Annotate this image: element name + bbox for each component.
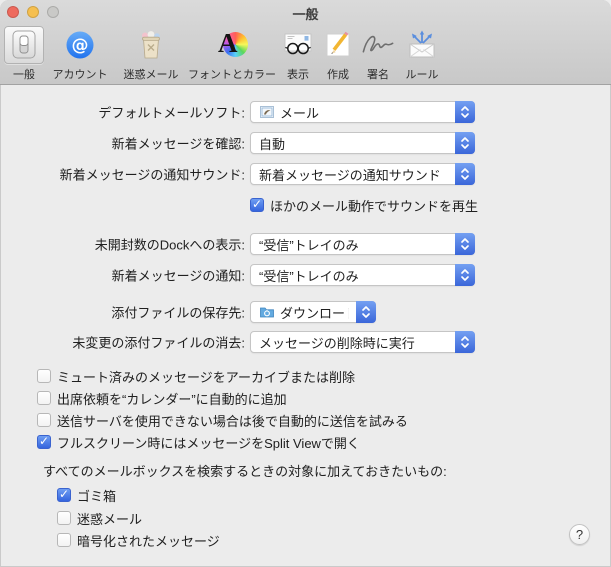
trash-checkbox-row[interactable]: ゴミ箱 xyxy=(57,487,117,504)
download-folder-icon xyxy=(259,304,275,320)
attachment-save-row: 添付ファイルの保存先: ダウンロード xyxy=(0,301,611,323)
popup-value: メール xyxy=(280,105,320,121)
checkbox-label: ほかのメール動作でサウンドを再生 xyxy=(270,198,479,214)
default-mail-popup[interactable]: メール xyxy=(250,101,475,123)
checkbox-label: 送信サーバを使用できない場合は後で自動的に送信を試みる xyxy=(57,413,408,429)
split-view-checkbox[interactable] xyxy=(37,434,51,449)
check-new-messages-popup[interactable]: 自動 xyxy=(250,132,475,154)
split-view-checkbox-row[interactable]: フルスクリーン時にはメッセージをSplit Viewで開く xyxy=(37,434,360,451)
new-message-notification-row: 新着メッセージの通知: “受信”トレイのみ xyxy=(0,264,611,286)
toolbar-item-signature[interactable]: 署名 xyxy=(358,26,398,82)
checkbox-label: ゴミ箱 xyxy=(77,488,117,504)
encrypted-checkbox-row[interactable]: 暗号化されたメッセージ xyxy=(57,532,220,549)
popup-chevrons-icon xyxy=(455,132,475,154)
attachment-erase-popup[interactable]: メッセージの削除時に実行 xyxy=(250,331,475,353)
window-header: 一般 一般 @ アカウント 迷惑メール A フォントとカラー 表示 作成 署名 … xyxy=(0,0,611,85)
row-label: 新着メッセージの通知サウンド: xyxy=(59,167,245,183)
dock-unread-row: 未開封数のDockへの表示: “受信”トレイのみ xyxy=(0,233,611,255)
mail-app-icon xyxy=(259,104,275,120)
retry-send-checkbox[interactable] xyxy=(37,413,51,427)
preferences-window: 一般 一般 @ アカウント 迷惑メール A フォントとカラー 表示 作成 署名 … xyxy=(0,0,611,567)
mute-archive-checkbox-row[interactable]: ミュート済みのメッセージをアーカイブまたは削除 xyxy=(37,368,355,385)
play-sound-checkbox-row[interactable]: ほかのメール動作でサウンドを再生 xyxy=(250,197,479,214)
svg-text:@: @ xyxy=(72,36,89,56)
retry-send-checkbox-row[interactable]: 送信サーバを使用できない場合は後で自動的に送信を試みる xyxy=(37,412,408,429)
attachment-save-popup[interactable]: ダウンロード xyxy=(250,301,376,323)
toolbar-item-junk[interactable]: 迷惑メール xyxy=(116,26,186,82)
popup-chevrons-icon xyxy=(455,264,475,286)
row-label: 新着メッセージの通知: xyxy=(111,268,245,284)
default-mail-row: デフォルトメールソフト: メール xyxy=(0,101,611,123)
toolbar-item-rules[interactable]: ルール xyxy=(398,26,446,82)
checkbox-label: 迷惑メール xyxy=(77,511,143,527)
row-label: 添付ファイルの保存先: xyxy=(111,305,245,321)
check-new-messages-row: 新着メッセージを確認: 自動 xyxy=(0,132,611,154)
checkbox-label: 出席依頼を“カレンダー”に自動的に追加 xyxy=(57,391,287,407)
popup-value: 自動 xyxy=(259,136,286,152)
popup-chevrons-icon xyxy=(356,301,376,323)
new-message-sound-popup[interactable]: 新着メッセージの通知サウンド xyxy=(250,163,475,185)
popup-value: ダウンロード xyxy=(280,305,349,321)
row-label: デフォルトメールソフト: xyxy=(98,105,245,121)
toolbar-item-label: アカウント xyxy=(52,69,108,81)
preferences-toolbar: 一般 @ アカウント 迷惑メール A フォントとカラー 表示 作成 署名 ルール xyxy=(4,26,446,82)
popup-value: メッセージの削除時に実行 xyxy=(259,335,415,351)
rules-envelope-icon xyxy=(402,26,442,64)
popup-chevrons-icon xyxy=(455,163,475,185)
popup-value: “受信”トレイのみ xyxy=(259,237,359,253)
row-label: 未変更の添付ファイルの消去: xyxy=(72,335,245,351)
toolbar-item-accounts[interactable]: @ アカウント xyxy=(44,26,116,82)
popup-value: 新着メッセージの通知サウンド xyxy=(259,167,441,183)
checkbox-label: ミュート済みのメッセージをアーカイブまたは削除 xyxy=(57,369,355,385)
toolbar-item-viewing[interactable]: 表示 xyxy=(278,26,318,82)
attachment-erase-row: 未変更の添付ファイルの消去: メッセージの削除時に実行 xyxy=(0,331,611,353)
dock-unread-popup[interactable]: “受信”トレイのみ xyxy=(250,233,475,255)
toolbar-item-label: 迷惑メール xyxy=(123,69,179,81)
junk-checkbox[interactable] xyxy=(57,511,71,525)
new-message-notification-popup[interactable]: “受信”トレイのみ xyxy=(250,264,475,286)
popup-chevrons-icon xyxy=(455,101,475,123)
toolbar-item-fonts-colors[interactable]: A フォントとカラー xyxy=(186,26,278,82)
popup-value: “受信”トレイのみ xyxy=(259,268,359,284)
mute-archive-checkbox[interactable] xyxy=(37,369,51,383)
toolbar-item-general[interactable]: 一般 xyxy=(4,26,44,82)
play-sound-checkbox[interactable] xyxy=(250,197,264,212)
fonts-colors-icon: A xyxy=(212,26,252,64)
toolbar-item-label: 表示 xyxy=(287,69,309,81)
toolbar-item-composing[interactable]: 作成 xyxy=(318,26,358,82)
toolbar-item-label: 作成 xyxy=(327,69,349,81)
junk-trash-icon xyxy=(131,26,171,64)
general-switch-icon xyxy=(4,26,44,64)
signature-icon xyxy=(358,26,398,64)
row-label: 新着メッセージを確認: xyxy=(111,136,245,152)
junk-checkbox-row[interactable]: 迷惑メール xyxy=(57,510,143,527)
accounts-at-icon: @ xyxy=(60,26,100,64)
toolbar-item-label: 署名 xyxy=(367,69,389,81)
checkbox-label: 暗号化されたメッセージ xyxy=(77,533,220,549)
popup-chevrons-icon xyxy=(455,233,475,255)
row-label: 未開封数のDockへの表示: xyxy=(94,237,245,253)
new-message-sound-row: 新着メッセージの通知サウンド: 新着メッセージの通知サウンド xyxy=(0,163,611,185)
help-button-label: ? xyxy=(575,527,584,542)
window-title: 一般 xyxy=(292,7,319,22)
toolbar-item-label: ルール xyxy=(405,69,439,81)
toolbar-item-label: フォントとカラー xyxy=(188,69,276,81)
checkbox-label: フルスクリーン時にはメッセージをSplit Viewで開く xyxy=(57,435,360,451)
viewing-glasses-icon xyxy=(278,26,318,64)
calendar-invites-checkbox[interactable] xyxy=(37,391,51,405)
popup-chevrons-icon xyxy=(455,331,475,353)
calendar-invites-checkbox-row[interactable]: 出席依頼を“カレンダー”に自動的に追加 xyxy=(37,390,287,407)
help-button[interactable]: ? xyxy=(569,524,590,545)
encrypted-checkbox[interactable] xyxy=(57,533,71,547)
trash-checkbox[interactable] xyxy=(57,487,71,502)
toolbar-item-label: 一般 xyxy=(13,69,35,81)
titlebar: 一般 xyxy=(0,0,611,22)
composing-pencil-icon xyxy=(318,26,358,64)
search-scope-heading: すべてのメールボックスを検索するときの対象に加えておきたいもの: xyxy=(43,464,447,479)
